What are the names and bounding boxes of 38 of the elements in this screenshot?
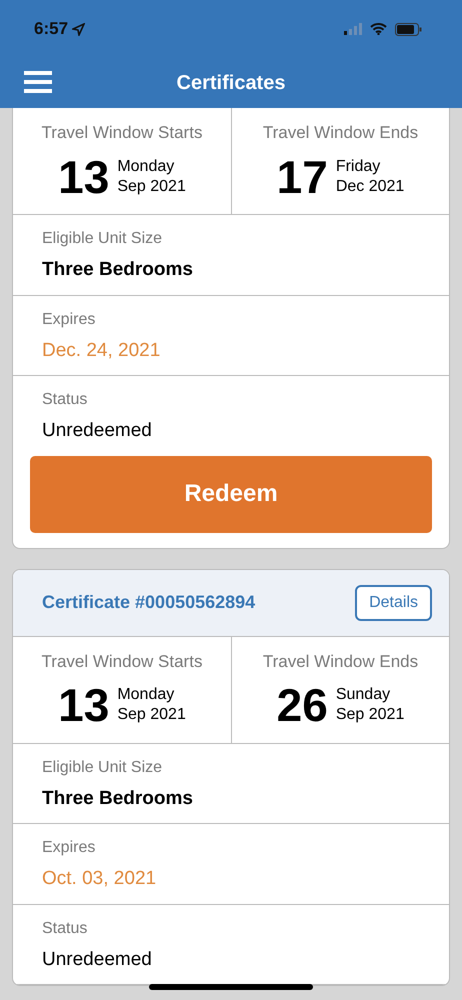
field-label: Expires <box>42 838 96 858</box>
details-button[interactable]: Details <box>355 584 432 620</box>
field-label: Eligible Unit Size <box>42 229 164 249</box>
day-number: 26 <box>276 682 328 728</box>
certificate-title: Certificate #00050562894 <box>42 591 256 614</box>
month-year-text: Dec 2021 <box>336 176 404 196</box>
field-value: Dec. 24, 2021 <box>42 338 160 362</box>
field-label: Status <box>42 918 88 938</box>
menu-button[interactable] <box>24 71 52 93</box>
clock-time: 6:57 <box>34 18 68 40</box>
weekday-text: Monday <box>117 156 176 176</box>
location-arrow-icon <box>72 22 86 36</box>
wifi-icon <box>370 23 387 35</box>
field-value: Three Bedrooms <box>42 786 193 810</box>
battery-icon <box>395 22 422 36</box>
window-label: Travel Window Starts <box>40 650 204 672</box>
weekday-text: Sunday <box>336 685 392 705</box>
field-value: Unredeemed <box>42 948 152 972</box>
weekday-text: Monday <box>117 685 176 705</box>
day-number: 13 <box>58 154 110 200</box>
redeem-button[interactable]: Redeem <box>30 456 432 532</box>
field-label: Eligible Unit Size <box>42 758 164 778</box>
month-year-text: Sep 2021 <box>336 705 404 725</box>
field-value: Unredeemed <box>42 419 152 443</box>
month-year-text: Sep 2021 <box>117 705 186 725</box>
day-number: 13 <box>58 682 110 728</box>
weekday-text: Friday <box>336 156 382 176</box>
field-value: Oct. 03, 2021 <box>42 867 156 891</box>
field-label: Expires <box>42 310 96 330</box>
signal-icon <box>344 23 362 35</box>
window-label: Travel Window Ends <box>262 122 420 144</box>
window-label: Travel Window Starts <box>40 122 204 144</box>
window-label: Travel Window Ends <box>262 650 420 672</box>
field-label: Status <box>42 390 88 410</box>
page-title: Certificates <box>176 71 286 96</box>
field-value: Three Bedrooms <box>42 258 193 282</box>
month-year-text: Sep 2021 <box>117 176 186 196</box>
day-number: 17 <box>276 154 328 200</box>
